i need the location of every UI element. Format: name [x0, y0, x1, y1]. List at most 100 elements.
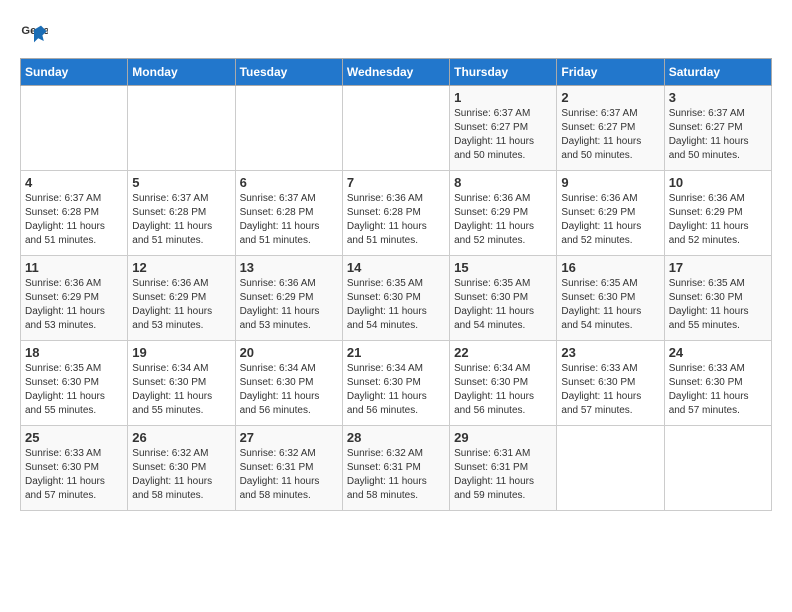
calendar-cell: 17 Sunrise: 6:35 AM Sunset: 6:30 PM Dayli…	[664, 256, 771, 341]
calendar-cell: 29 Sunrise: 6:31 AM Sunset: 6:31 PM Dayli…	[450, 426, 557, 511]
day-number: 19	[132, 345, 230, 360]
calendar-cell: 6 Sunrise: 6:37 AM Sunset: 6:28 PM Daylig…	[235, 171, 342, 256]
day-info: Sunrise: 6:36 AM Sunset: 6:29 PM Dayligh…	[669, 192, 767, 248]
day-number: 14	[347, 260, 445, 275]
calendar-cell: 2 Sunrise: 6:37 AM Sunset: 6:27 PM Daylig…	[557, 86, 664, 171]
day-number: 17	[669, 260, 767, 275]
calendar-cell: 7 Sunrise: 6:36 AM Sunset: 6:28 PM Daylig…	[342, 171, 449, 256]
calendar-cell: 19 Sunrise: 6:34 AM Sunset: 6:30 PM Dayli…	[128, 341, 235, 426]
day-info: Sunrise: 6:37 AM Sunset: 6:27 PM Dayligh…	[669, 107, 767, 163]
day-info: Sunrise: 6:36 AM Sunset: 6:29 PM Dayligh…	[454, 192, 552, 248]
weekday-header-thursday: Thursday	[450, 59, 557, 86]
page-header: General	[20, 20, 772, 48]
logo: General	[20, 20, 52, 48]
day-info: Sunrise: 6:37 AM Sunset: 6:27 PM Dayligh…	[561, 107, 659, 163]
calendar-cell: 4 Sunrise: 6:37 AM Sunset: 6:28 PM Daylig…	[21, 171, 128, 256]
logo-icon: General	[20, 20, 48, 48]
day-info: Sunrise: 6:35 AM Sunset: 6:30 PM Dayligh…	[561, 277, 659, 333]
day-number: 4	[25, 175, 123, 190]
day-info: Sunrise: 6:36 AM Sunset: 6:28 PM Dayligh…	[347, 192, 445, 248]
day-number: 6	[240, 175, 338, 190]
day-info: Sunrise: 6:33 AM Sunset: 6:30 PM Dayligh…	[669, 362, 767, 418]
day-number: 26	[132, 430, 230, 445]
day-info: Sunrise: 6:36 AM Sunset: 6:29 PM Dayligh…	[240, 277, 338, 333]
day-number: 7	[347, 175, 445, 190]
calendar-cell	[128, 86, 235, 171]
weekday-header-monday: Monday	[128, 59, 235, 86]
day-info: Sunrise: 6:37 AM Sunset: 6:28 PM Dayligh…	[25, 192, 123, 248]
calendar-cell: 12 Sunrise: 6:36 AM Sunset: 6:29 PM Dayli…	[128, 256, 235, 341]
calendar-cell: 13Sunrise: 6:36 AM Sunset: 6:29 PM Dayli…	[235, 256, 342, 341]
calendar-cell: 21Sunrise: 6:34 AM Sunset: 6:30 PM Dayli…	[342, 341, 449, 426]
calendar-cell: 9 Sunrise: 6:36 AM Sunset: 6:29 PM Daylig…	[557, 171, 664, 256]
calendar-cell: 10 Sunrise: 6:36 AM Sunset: 6:29 PM Dayli…	[664, 171, 771, 256]
week-row-4: 18 Sunrise: 6:35 AM Sunset: 6:30 PM Dayli…	[21, 341, 772, 426]
day-number: 12	[132, 260, 230, 275]
calendar-cell: 11Sunrise: 6:36 AM Sunset: 6:29 PM Dayli…	[21, 256, 128, 341]
calendar-cell: 28Sunrise: 6:32 AM Sunset: 6:31 PM Dayli…	[342, 426, 449, 511]
calendar-cell	[235, 86, 342, 171]
day-info: Sunrise: 6:35 AM Sunset: 6:30 PM Dayligh…	[347, 277, 445, 333]
day-number: 25	[25, 430, 123, 445]
day-number: 23	[561, 345, 659, 360]
day-info: Sunrise: 6:32 AM Sunset: 6:30 PM Dayligh…	[132, 447, 230, 503]
day-number: 27	[240, 430, 338, 445]
weekday-header-sunday: Sunday	[21, 59, 128, 86]
calendar-cell	[664, 426, 771, 511]
day-number: 29	[454, 430, 552, 445]
day-number: 21	[347, 345, 445, 360]
day-number: 3	[669, 90, 767, 105]
calendar-cell: 1 Sunrise: 6:37 AM Sunset: 6:27 PM Daylig…	[450, 86, 557, 171]
calendar-cell: 27 Sunrise: 6:32 AM Sunset: 6:31 PM Dayli…	[235, 426, 342, 511]
calendar-cell: 8 Sunrise: 6:36 AM Sunset: 6:29 PM Daylig…	[450, 171, 557, 256]
weekday-header-saturday: Saturday	[664, 59, 771, 86]
week-row-1: 1 Sunrise: 6:37 AM Sunset: 6:27 PM Daylig…	[21, 86, 772, 171]
day-info: Sunrise: 6:36 AM Sunset: 6:29 PM Dayligh…	[25, 277, 123, 333]
calendar-cell: 23 Sunrise: 6:33 AM Sunset: 6:30 PM Dayli…	[557, 341, 664, 426]
day-number: 9	[561, 175, 659, 190]
calendar-cell: 5Sunrise: 6:37 AM Sunset: 6:28 PM Daylig…	[128, 171, 235, 256]
day-info: Sunrise: 6:34 AM Sunset: 6:30 PM Dayligh…	[132, 362, 230, 418]
weekday-header-row: SundayMondayTuesdayWednesdayThursdayFrid…	[21, 59, 772, 86]
day-number: 1	[454, 90, 552, 105]
day-number: 24	[669, 345, 767, 360]
day-info: Sunrise: 6:33 AM Sunset: 6:30 PM Dayligh…	[25, 447, 123, 503]
day-info: Sunrise: 6:34 AM Sunset: 6:30 PM Dayligh…	[240, 362, 338, 418]
day-number: 22	[454, 345, 552, 360]
weekday-header-tuesday: Tuesday	[235, 59, 342, 86]
weekday-header-wednesday: Wednesday	[342, 59, 449, 86]
calendar-cell: 26 Sunrise: 6:32 AM Sunset: 6:30 PM Dayli…	[128, 426, 235, 511]
calendar-cell: 16 Sunrise: 6:35 AM Sunset: 6:30 PM Dayli…	[557, 256, 664, 341]
day-number: 8	[454, 175, 552, 190]
day-number: 18	[25, 345, 123, 360]
day-number: 15	[454, 260, 552, 275]
calendar-cell	[342, 86, 449, 171]
calendar-cell	[21, 86, 128, 171]
day-info: Sunrise: 6:36 AM Sunset: 6:29 PM Dayligh…	[561, 192, 659, 248]
day-info: Sunrise: 6:31 AM Sunset: 6:31 PM Dayligh…	[454, 447, 552, 503]
calendar-cell: 22Sunrise: 6:34 AM Sunset: 6:30 PM Dayli…	[450, 341, 557, 426]
day-info: Sunrise: 6:37 AM Sunset: 6:28 PM Dayligh…	[132, 192, 230, 248]
day-info: Sunrise: 6:35 AM Sunset: 6:30 PM Dayligh…	[25, 362, 123, 418]
calendar-cell: 3 Sunrise: 6:37 AM Sunset: 6:27 PM Daylig…	[664, 86, 771, 171]
calendar-cell: 14 Sunrise: 6:35 AM Sunset: 6:30 PM Dayli…	[342, 256, 449, 341]
week-row-3: 11Sunrise: 6:36 AM Sunset: 6:29 PM Dayli…	[21, 256, 772, 341]
week-row-5: 25 Sunrise: 6:33 AM Sunset: 6:30 PM Dayli…	[21, 426, 772, 511]
day-info: Sunrise: 6:37 AM Sunset: 6:27 PM Dayligh…	[454, 107, 552, 163]
day-info: Sunrise: 6:36 AM Sunset: 6:29 PM Dayligh…	[132, 277, 230, 333]
calendar-table: SundayMondayTuesdayWednesdayThursdayFrid…	[20, 58, 772, 511]
day-number: 20	[240, 345, 338, 360]
day-info: Sunrise: 6:35 AM Sunset: 6:30 PM Dayligh…	[454, 277, 552, 333]
calendar-cell: 20 Sunrise: 6:34 AM Sunset: 6:30 PM Dayli…	[235, 341, 342, 426]
day-info: Sunrise: 6:35 AM Sunset: 6:30 PM Dayligh…	[669, 277, 767, 333]
day-info: Sunrise: 6:32 AM Sunset: 6:31 PM Dayligh…	[240, 447, 338, 503]
day-info: Sunrise: 6:37 AM Sunset: 6:28 PM Dayligh…	[240, 192, 338, 248]
calendar-cell	[557, 426, 664, 511]
calendar-cell: 25 Sunrise: 6:33 AM Sunset: 6:30 PM Dayli…	[21, 426, 128, 511]
day-number: 16	[561, 260, 659, 275]
calendar-cell: 18 Sunrise: 6:35 AM Sunset: 6:30 PM Dayli…	[21, 341, 128, 426]
day-number: 10	[669, 175, 767, 190]
day-number: 2	[561, 90, 659, 105]
week-row-2: 4 Sunrise: 6:37 AM Sunset: 6:28 PM Daylig…	[21, 171, 772, 256]
day-info: Sunrise: 6:33 AM Sunset: 6:30 PM Dayligh…	[561, 362, 659, 418]
